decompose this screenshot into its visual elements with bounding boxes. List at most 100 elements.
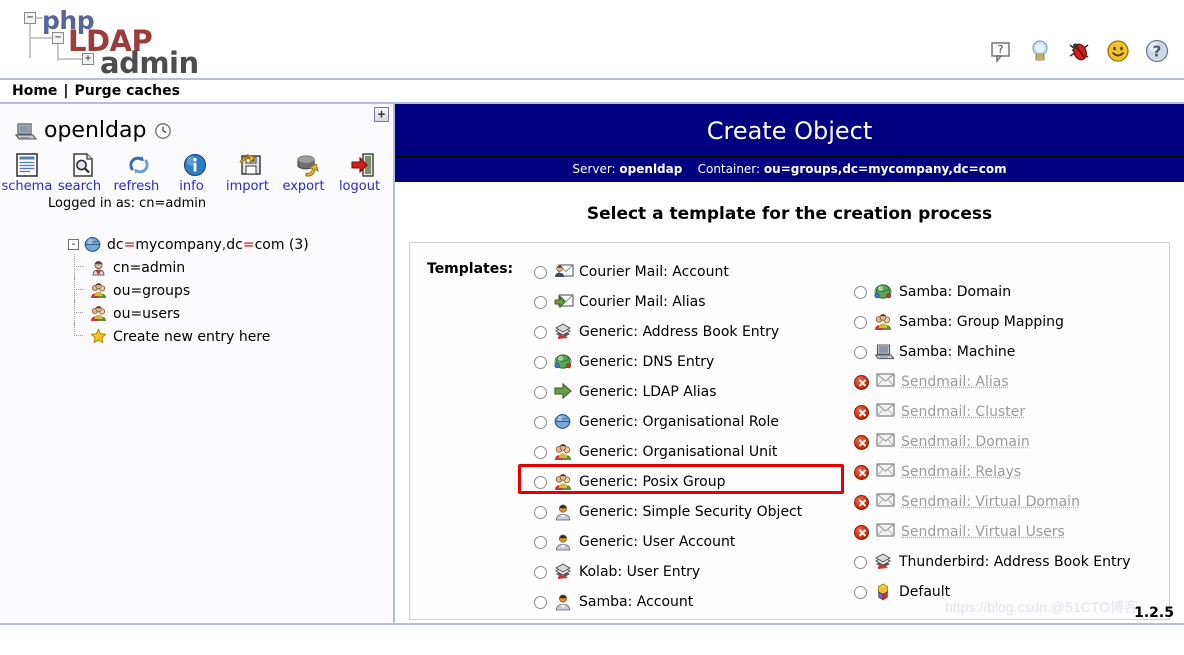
export-button[interactable]: export — [282, 151, 326, 194]
dns-globe-icon — [554, 353, 572, 371]
dns-globe-icon — [874, 283, 892, 301]
template-option-label: Samba: Machine — [899, 344, 1015, 360]
arrow-icon — [554, 383, 572, 401]
template-radio[interactable] — [534, 326, 547, 339]
template-radio[interactable] — [534, 596, 547, 609]
breadcrumb-home-link[interactable]: Home — [12, 83, 57, 99]
clock-icon[interactable] — [154, 122, 172, 140]
top-icon-bar: ? — [988, 38, 1170, 64]
lightbulb-icon[interactable] — [1027, 38, 1053, 64]
template-radio[interactable] — [534, 416, 547, 429]
bug-icon[interactable] — [1066, 38, 1092, 64]
sidebar-expand-button[interactable]: + — [374, 107, 389, 122]
refresh-label: refresh — [114, 179, 158, 194]
search-icon — [69, 151, 91, 173]
user-icon — [554, 503, 572, 521]
template-option[interactable]: Samba: Domain — [854, 277, 1131, 307]
export-label: export — [282, 179, 326, 194]
template-radio[interactable] — [854, 586, 867, 599]
template-radio[interactable] — [534, 446, 547, 459]
computer-icon — [14, 120, 36, 142]
templates-right-column: Samba: Domain Samba: Group Mapping Samba… — [854, 277, 1131, 607]
template-option[interactable]: Generic: Address Book Entry — [534, 317, 802, 347]
logout-label: logout — [338, 179, 382, 194]
template-radio[interactable] — [534, 386, 547, 399]
tree-item-ou-users[interactable]: ou=users — [68, 302, 393, 325]
template-option: Sendmail: Alias — [854, 367, 1131, 397]
template-option-label: Generic: Simple Security Object — [579, 504, 802, 520]
template-radio[interactable] — [534, 566, 547, 579]
template-option[interactable]: Generic: User Account — [534, 527, 802, 557]
template-option[interactable]: Generic: Organisational Unit — [534, 437, 802, 467]
version-label: 1.2.5 — [1134, 605, 1174, 621]
globe-icon — [84, 236, 102, 254]
template-option-label: Samba: Account — [579, 594, 693, 610]
computer-icon — [874, 343, 892, 361]
template-option-label: Sendmail: Virtual Users — [901, 524, 1065, 540]
info-button[interactable]: info — [170, 151, 214, 194]
tree-collapse-toggle[interactable]: - — [68, 239, 79, 250]
template-option-label: Courier Mail: Account — [579, 264, 729, 280]
tree-item-cn-admin[interactable]: cn=admin — [68, 256, 393, 279]
template-radio[interactable] — [534, 356, 547, 369]
template-option-label: Default — [899, 584, 950, 600]
template-option[interactable]: Generic: Simple Security Object — [534, 497, 802, 527]
template-radio[interactable] — [854, 556, 867, 569]
container-value: ou=groups,dc=mycompany,dc=com — [764, 162, 1007, 176]
template-option-label: Generic: User Account — [579, 534, 735, 550]
disabled-x-icon — [854, 405, 869, 420]
template-radio[interactable] — [534, 296, 547, 309]
breadcrumb: Home | Purge caches — [0, 78, 1184, 104]
breadcrumb-purge-caches-link[interactable]: Purge caches — [75, 83, 180, 99]
template-option[interactable]: Courier Mail: Account — [534, 257, 802, 287]
tree-item-ou-groups[interactable]: ou=groups — [68, 279, 393, 302]
tree-item-label: ou=users — [113, 306, 180, 322]
template-option[interactable]: Samba: Account — [534, 587, 802, 617]
template-radio[interactable] — [534, 536, 547, 549]
template-option[interactable]: Generic: Posix Group — [534, 467, 802, 497]
search-button[interactable]: search — [58, 151, 102, 194]
star-icon — [90, 328, 108, 346]
template-option[interactable]: Kolab: User Entry — [534, 557, 802, 587]
smiley-icon[interactable] — [1105, 38, 1131, 64]
template-radio[interactable] — [534, 266, 547, 279]
template-option[interactable]: Samba: Group Mapping — [854, 307, 1131, 337]
group-icon — [90, 282, 108, 300]
template-option[interactable]: Generic: Organisational Role — [534, 407, 802, 437]
question-sphere-icon[interactable]: ? — [1144, 38, 1170, 64]
refresh-button[interactable]: refresh — [114, 151, 158, 194]
template-option[interactable]: Generic: DNS Entry — [534, 347, 802, 377]
logged-in-status: Logged in as: cn=admin — [0, 194, 393, 211]
address-book-icon — [874, 553, 892, 571]
template-radio[interactable] — [854, 316, 867, 329]
template-option[interactable]: Courier Mail: Alias — [534, 287, 802, 317]
disabled-x-icon — [854, 495, 869, 510]
schema-button[interactable]: schema — [2, 151, 46, 194]
template-option[interactable]: Thunderbird: Address Book Entry — [854, 547, 1131, 577]
help-bubble-icon[interactable]: ? — [988, 38, 1014, 64]
tree-root-node[interactable]: - dc=mycompany,dc=com (3) — [68, 233, 393, 256]
import-label: import — [226, 179, 270, 194]
templates-columns: Courier Mail: Account Courier Mail: Alia… — [424, 257, 1169, 619]
template-option[interactable]: Samba: Machine — [854, 337, 1131, 367]
watermark-text: https://blog.csdn.@51CTO博客 — [945, 597, 1138, 617]
breadcrumb-separator: | — [63, 83, 68, 99]
sidebar: + openldap — [0, 104, 395, 625]
tree-item-create-new-entry[interactable]: Create new entry here — [68, 325, 393, 348]
template-radio[interactable] — [854, 286, 867, 299]
logout-icon — [349, 151, 371, 173]
template-radio[interactable] — [534, 506, 547, 519]
user-icon — [554, 533, 572, 551]
template-radio[interactable] — [854, 346, 867, 359]
tree-root-label: dc=mycompany,dc=com (3) — [107, 237, 309, 253]
template-radio[interactable] — [534, 476, 547, 489]
disabled-x-icon — [854, 525, 869, 540]
logout-button[interactable]: logout — [338, 151, 382, 194]
envelope-icon — [876, 403, 894, 421]
import-button[interactable]: import — [226, 151, 270, 194]
tree-item-label: cn=admin — [113, 260, 185, 276]
template-option-label: Sendmail: Virtual Domain — [901, 494, 1080, 510]
templates-left-column: Courier Mail: Account Courier Mail: Alia… — [534, 257, 802, 617]
template-option-label: Generic: Address Book Entry — [579, 324, 779, 340]
template-option[interactable]: Generic: LDAP Alias — [534, 377, 802, 407]
